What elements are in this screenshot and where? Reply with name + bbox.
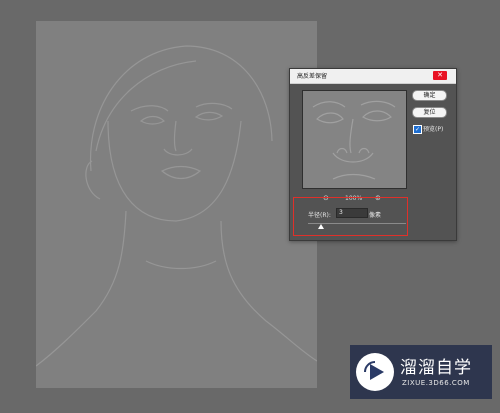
preview-checkbox-label[interactable]: 预览(P) [423,124,443,133]
annotation-highlight-box [293,197,408,236]
preview-checkbox[interactable]: ✓ [413,125,422,134]
watermark-brand: 溜溜自学 [400,358,472,378]
filter-preview[interactable] [302,90,407,189]
preview-face-closeup [312,100,396,180]
watermark-url: ZIXUE.3D66.COM [402,379,470,387]
watermark: 溜溜自学 ZIXUE.3D66.COM [350,345,492,399]
dialog-titlebar[interactable]: 高反差保留 ✕ [290,69,456,84]
dialog-title: 高反差保留 [297,73,328,80]
document-canvas [36,21,317,388]
reset-button[interactable]: 复位 [412,107,447,118]
highpass-portrait [36,45,317,367]
ok-button[interactable]: 确定 [412,90,447,101]
close-button[interactable]: ✕ [433,71,447,80]
high-pass-dialog: 高反差保留 ✕ 确定 复位 ✓ 预览(P) ⊖ 100% ⊕ 半径(R): 3 … [289,68,457,241]
play-logo-icon [356,353,394,391]
